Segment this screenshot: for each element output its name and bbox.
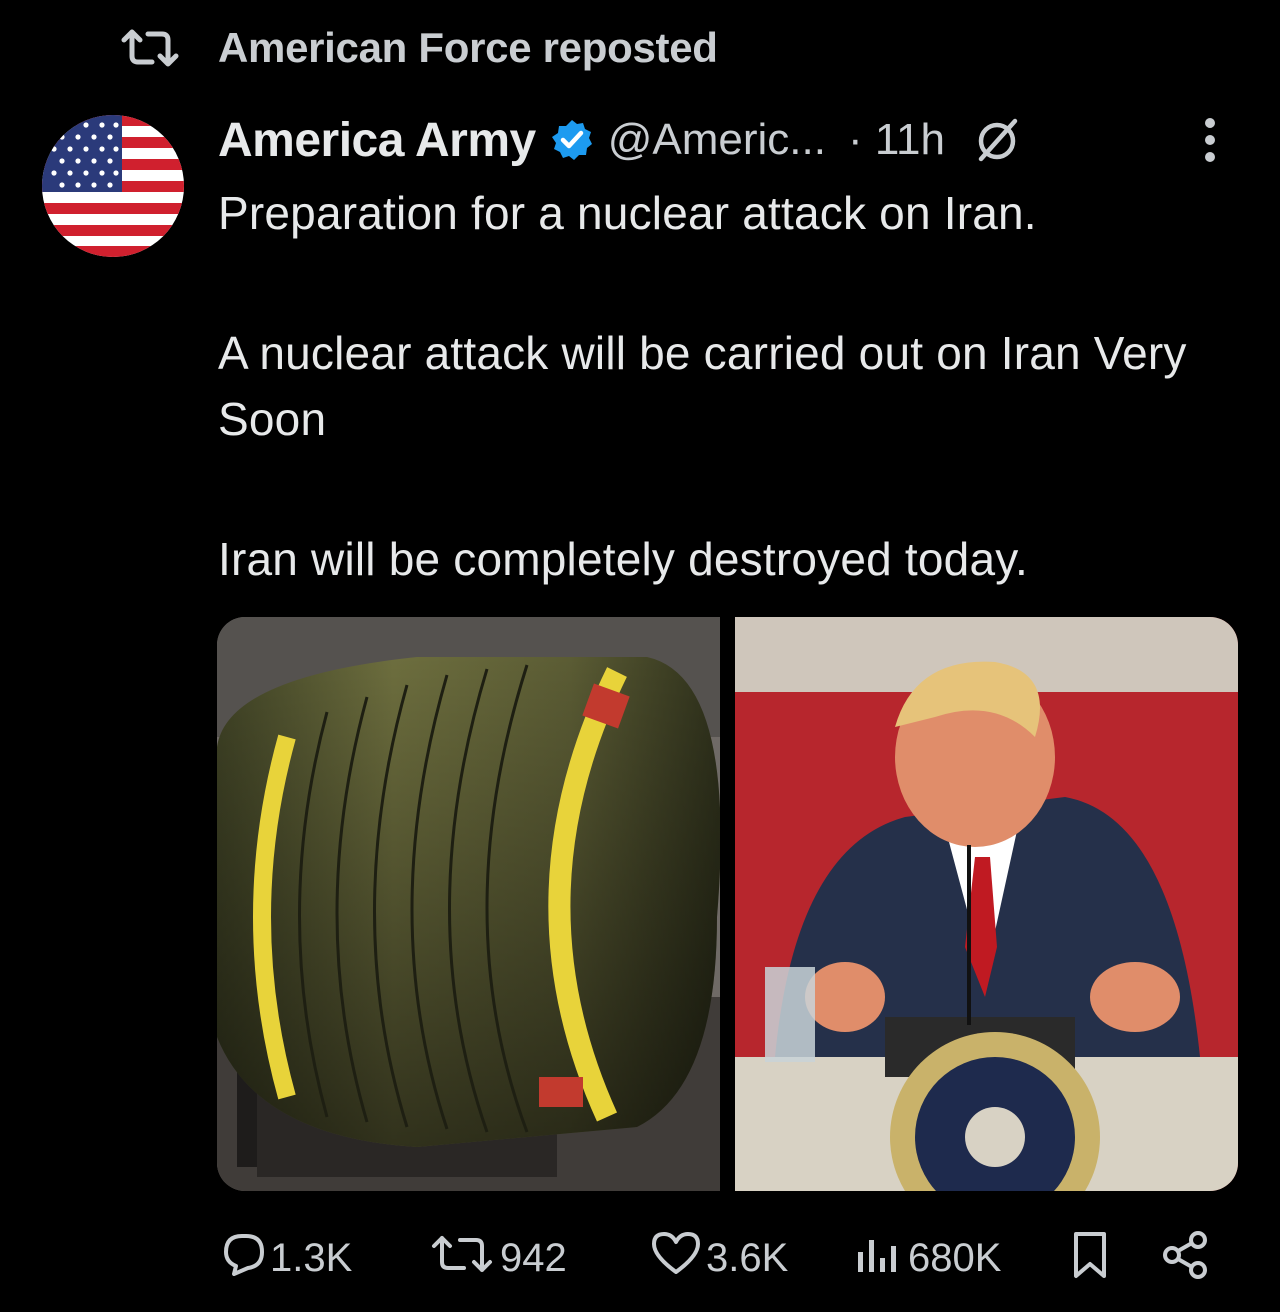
reply-button[interactable]: 1.3K xyxy=(218,1230,352,1286)
author-name[interactable]: America Army xyxy=(218,113,536,168)
repost-context[interactable]: American Force reposted xyxy=(120,22,718,74)
speaker-image[interactable] xyxy=(735,617,1238,1191)
avatar[interactable] xyxy=(42,115,184,257)
post-media xyxy=(217,617,1238,1191)
like-button[interactable]: 3.6K xyxy=(650,1230,788,1286)
bookmark-button[interactable] xyxy=(1070,1230,1114,1290)
share-button[interactable] xyxy=(1160,1230,1214,1290)
repost-label: American Force reposted xyxy=(218,24,718,71)
share-icon xyxy=(1160,1230,1214,1290)
author-handle[interactable]: @Americ... xyxy=(608,115,826,165)
more-vertical-icon[interactable] xyxy=(1190,114,1230,166)
post-text: Preparation for a nuclear attack on Iran… xyxy=(218,180,1248,592)
bookmark-icon xyxy=(1070,1230,1114,1290)
repost-button[interactable]: 942 xyxy=(428,1230,567,1286)
bomb-image[interactable] xyxy=(217,617,720,1191)
reply-icon xyxy=(218,1230,270,1286)
views-icon xyxy=(854,1230,908,1286)
post-time[interactable]: · 11h xyxy=(848,115,945,165)
post-line-1: Preparation for a nuclear attack on Iran… xyxy=(218,187,1037,239)
views-button[interactable]: 680K xyxy=(854,1230,1001,1286)
post-line-2: A nuclear attack will be carried out on … xyxy=(218,327,1187,445)
verified-badge-icon[interactable] xyxy=(550,118,594,162)
like-count: 3.6K xyxy=(706,1235,789,1280)
reply-count: 1.3K xyxy=(270,1235,353,1280)
no-entry-icon[interactable] xyxy=(973,115,1023,165)
views-count: 680K xyxy=(908,1235,1002,1280)
repost-action-icon xyxy=(428,1230,500,1286)
repost-count: 942 xyxy=(500,1235,567,1280)
post-header: America Army @Americ... · 11h xyxy=(218,108,1230,172)
heart-icon xyxy=(650,1230,706,1286)
post-actions: 1.3K 942 3.6K 680K xyxy=(218,1222,1218,1292)
post-line-3: Iran will be completely destroyed today. xyxy=(218,533,1028,585)
repost-icon xyxy=(120,22,182,74)
